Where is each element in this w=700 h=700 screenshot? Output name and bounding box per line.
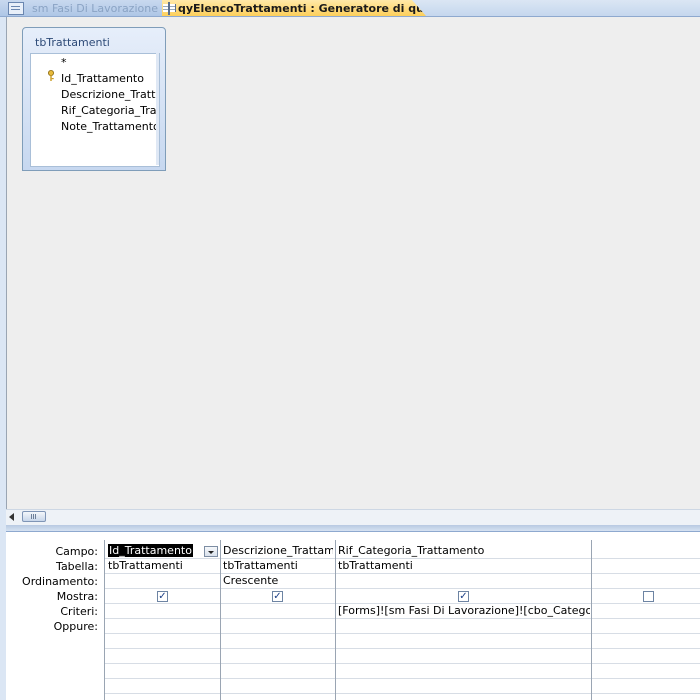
query-icon — [163, 1, 176, 15]
field-rif-categoria-trattamento[interactable]: Rif_Categoria_Tratt — [61, 104, 159, 117]
grid-row-divider — [105, 618, 700, 619]
campo-dropdown-button[interactable] — [204, 546, 218, 557]
grid-row-divider — [105, 693, 700, 694]
row-label-criteri: Criteri: — [60, 605, 98, 618]
mostra-checkbox-2[interactable]: ✓ — [272, 591, 283, 602]
field-descrizione-trattamento[interactable]: Descrizione_Trattar — [61, 88, 159, 101]
row-label-oppure: Oppure: — [53, 620, 98, 633]
document-tab-bar: sm Fasi Di Lavorazione qyElencoTrattamen… — [0, 0, 700, 17]
campo-cell-2[interactable]: Descrizione_Trattamen — [223, 544, 333, 558]
ordinamento-cell-3[interactable] — [338, 574, 588, 588]
query-design-grid[interactable]: Id_Trattamento tbTrattamenti ✓ Descrizio… — [104, 540, 700, 700]
pane-splitter[interactable] — [6, 525, 700, 532]
grid-column-divider[interactable] — [220, 540, 221, 700]
grid-row-divider — [105, 648, 700, 649]
field-id-trattamento[interactable]: Id_Trattamento — [61, 72, 144, 85]
scroll-thumb[interactable] — [22, 511, 46, 522]
form-icon — [8, 1, 24, 15]
grid-column-divider[interactable] — [335, 540, 336, 700]
campo-value: Id_Trattamento — [108, 544, 193, 557]
grid-row-divider — [105, 678, 700, 679]
ordinamento-cell-2[interactable]: Crescente — [223, 574, 333, 588]
row-label-mostra: Mostra: — [56, 590, 98, 603]
field-note-trattamento[interactable]: Note_Trattamento — [61, 120, 159, 133]
table-field-list[interactable]: tbTrattamenti * Id_Trattamento Descrizio… — [22, 27, 166, 171]
criteri-cell-3[interactable]: [Forms]![sm Fasi Di Lavorazione]![cbo_Ca… — [338, 604, 590, 618]
row-label-tabella: Tabella: — [56, 560, 98, 573]
table-title[interactable]: tbTrattamenti — [35, 36, 110, 49]
ordinamento-cell-1[interactable] — [108, 574, 216, 588]
grid-row-labels: Campo: Tabella: Ordinamento: Mostra: Cri… — [6, 532, 104, 700]
tab-label: sm Fasi Di Lavorazione — [32, 1, 158, 15]
tab-label: qyElencoTrattamenti : Generatore di quer… — [178, 1, 426, 15]
tabella-cell-2[interactable]: tbTrattamenti — [223, 559, 333, 573]
grid-row-divider — [105, 588, 700, 589]
field-list[interactable]: * Id_Trattamento Descrizione_Trattar Rif… — [30, 53, 160, 167]
field-list-scrollbar[interactable] — [156, 53, 159, 165]
grid-row-divider — [105, 633, 700, 634]
row-label-ordinamento: Ordinamento: — [22, 575, 98, 588]
tabella-cell-1[interactable]: tbTrattamenti — [108, 559, 216, 573]
scroll-left-arrow-icon[interactable] — [9, 513, 14, 521]
campo-cell-3[interactable]: Rif_Categoria_Trattamento — [338, 544, 588, 558]
field-all[interactable]: * — [61, 56, 67, 69]
mostra-checkbox-4[interactable] — [643, 591, 654, 602]
tab-query-designer[interactable]: qyElencoTrattamenti : Generatore di quer… — [162, 0, 426, 16]
grid-row-divider — [105, 663, 700, 664]
primary-key-icon — [48, 70, 54, 81]
mostra-checkbox-1[interactable]: ✓ — [157, 591, 168, 602]
tabella-cell-3[interactable]: tbTrattamenti — [338, 559, 588, 573]
mostra-checkbox-3[interactable]: ✓ — [458, 591, 469, 602]
grid-column-divider[interactable] — [591, 540, 592, 700]
tab-sm-fasi-di-lavorazione[interactable]: sm Fasi Di Lavorazione — [0, 0, 164, 16]
row-label-campo: Campo: — [55, 545, 98, 558]
campo-cell-1[interactable]: Id_Trattamento — [108, 544, 204, 558]
horizontal-scrollbar[interactable] — [6, 509, 700, 526]
